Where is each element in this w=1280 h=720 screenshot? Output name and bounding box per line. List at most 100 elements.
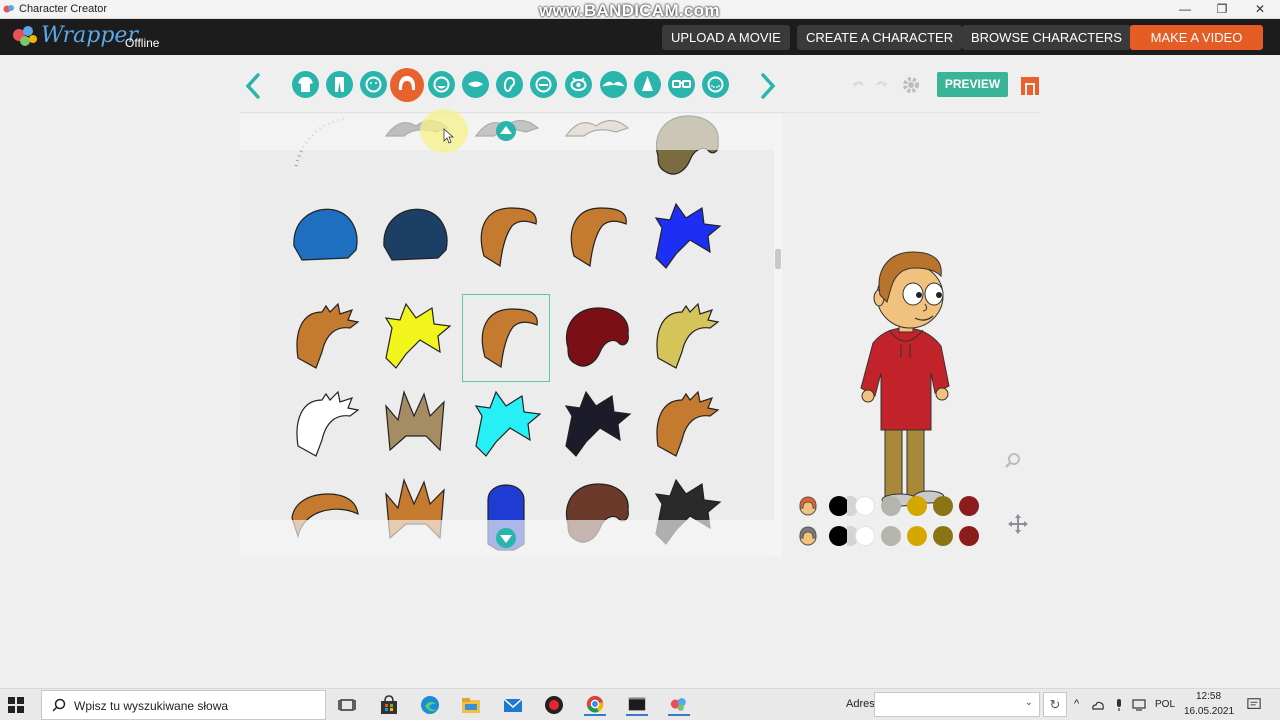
color-swatch[interactable] [933,526,953,546]
category-eyes[interactable] [565,71,592,98]
color-swatch[interactable] [907,496,927,516]
move-icon[interactable] [1007,513,1029,535]
category-shirt[interactable] [292,71,319,98]
category-pants[interactable] [326,71,353,98]
preview-button[interactable]: PREVIEW [937,72,1008,97]
hair-color-icon[interactable] [796,494,820,518]
hair-secondary-icon[interactable] [796,524,820,548]
store-icon[interactable] [378,694,400,716]
microphone-icon[interactable] [1112,698,1126,712]
color-swatch[interactable] [855,526,875,546]
hair-thumbnail-icon [566,307,629,367]
taskbar-search-box[interactable]: Wpisz tu wyszukiwane słowa [41,690,326,720]
next-category-icon[interactable] [756,71,778,101]
redo-icon[interactable] [874,78,888,92]
save-icon[interactable] [1019,75,1041,97]
color-swatch[interactable] [829,526,849,546]
triangle-down-icon [500,535,512,543]
language-indicator[interactable]: POL [1155,699,1175,710]
category-eyebrows[interactable] [600,71,627,98]
scrollbar-thumb[interactable] [775,249,781,269]
hair-option-spiky-cyan[interactable] [462,382,550,470]
scroll-up-button[interactable] [496,121,516,141]
category-ears[interactable] [496,71,523,98]
terminal-icon[interactable] [626,694,648,716]
hair-option-spiky-yellow[interactable] [372,294,460,382]
tray-chevron-icon[interactable]: ^ [1074,698,1079,710]
category-face[interactable] [360,71,387,98]
task-view-icon[interactable] [336,694,358,716]
hair-option-spiky-crown[interactable] [372,382,460,470]
notifications-icon[interactable] [1247,697,1261,711]
network-icon[interactable] [1132,698,1146,712]
nose-icon [535,76,552,93]
hair-option-bob-brown[interactable] [642,382,730,470]
scroll-down-button[interactable] [496,528,516,548]
hair-option-punk-dark[interactable] [552,382,640,470]
toolbar-divider [240,112,1040,113]
hair-option-curly-red[interactable] [552,294,640,382]
category-mouth[interactable] [462,71,489,98]
hair-option-wavy-blonde[interactable] [642,294,730,382]
color-swatch[interactable] [855,496,875,516]
category-hair[interactable] [390,68,424,102]
search-icon [52,698,66,712]
app-header: Wrapper Offline UPLOAD A MOVIE CREATE A … [0,19,1280,55]
hair-option-swoop-brown-selected[interactable] [462,294,550,382]
color-swatch[interactable] [959,526,979,546]
hat-icon [642,76,653,91]
prev-category-icon[interactable] [243,71,265,101]
maximize-button[interactable]: ❐ [1203,0,1241,19]
category-hat[interactable] [634,71,661,98]
wrapper-taskbar-icon[interactable] [668,694,690,716]
logo-bubbles-icon [13,26,37,46]
hair-option-swoop-brown-highlight[interactable] [552,194,640,282]
browse-characters-button[interactable]: BROWSE CHARACTERS [962,25,1131,50]
hair-thumbnail-icon [656,302,720,369]
minimize-button[interactable]: — [1166,0,1204,19]
file-explorer-icon[interactable] [460,694,482,716]
category-nose[interactable] [530,71,557,98]
zoom-icon[interactable] [1004,452,1022,470]
pants-icon [335,77,344,92]
hair-option-swoop-brown[interactable] [462,194,550,282]
hair-option-turban-navy[interactable] [372,194,460,282]
category-glasses[interactable] [668,71,695,98]
edge-icon[interactable] [419,694,441,716]
address-refresh-button[interactable]: ↻ [1043,692,1067,717]
upload-movie-button[interactable]: UPLOAD A MOVIE [662,25,790,50]
bandicam-icon[interactable] [543,694,565,716]
hair-option-spiky-blue[interactable] [642,194,730,282]
wrapper-logo[interactable]: Wrapper Offline [11,22,171,52]
close-button[interactable]: ✕ [1241,0,1279,19]
hair-option-turban-blue[interactable] [282,194,370,282]
make-video-button[interactable]: MAKE A VIDEO [1130,25,1263,50]
onedrive-icon[interactable] [1091,698,1105,712]
grid-scrollbar[interactable] [774,114,782,556]
hair-thumbnail-icon [293,208,358,261]
windows-start-icon[interactable] [8,697,24,713]
hair-option-messy-brown[interactable] [282,294,370,382]
color-swatch[interactable] [829,496,849,516]
category-freckles[interactable] [702,71,729,98]
category-facial-hair[interactable] [428,71,455,98]
face-shape-icon [365,76,382,93]
color-swatch[interactable] [881,526,901,546]
color-swatch[interactable] [881,496,901,516]
settings-gear-icon[interactable] [900,74,922,96]
color-swatch[interactable] [907,526,927,546]
facial-hair-icon [433,76,450,93]
address-input[interactable]: ⌄ [874,692,1040,717]
color-swatch[interactable] [933,496,953,516]
address-dropdown-icon[interactable]: ⌄ [1025,697,1033,708]
hair-grid-panel [240,114,782,556]
mail-icon[interactable] [502,694,524,716]
clock-date[interactable]: 16.05.2021 [1184,706,1234,717]
chrome-icon[interactable] [584,694,606,716]
create-character-button[interactable]: CREATE A CHARACTER [797,25,963,50]
color-swatch[interactable] [959,496,979,516]
clock-time[interactable]: 12:58 [1196,691,1221,702]
glasses-icon [672,80,691,88]
undo-icon[interactable] [852,78,866,92]
hair-option-messy-white[interactable] [282,382,370,470]
